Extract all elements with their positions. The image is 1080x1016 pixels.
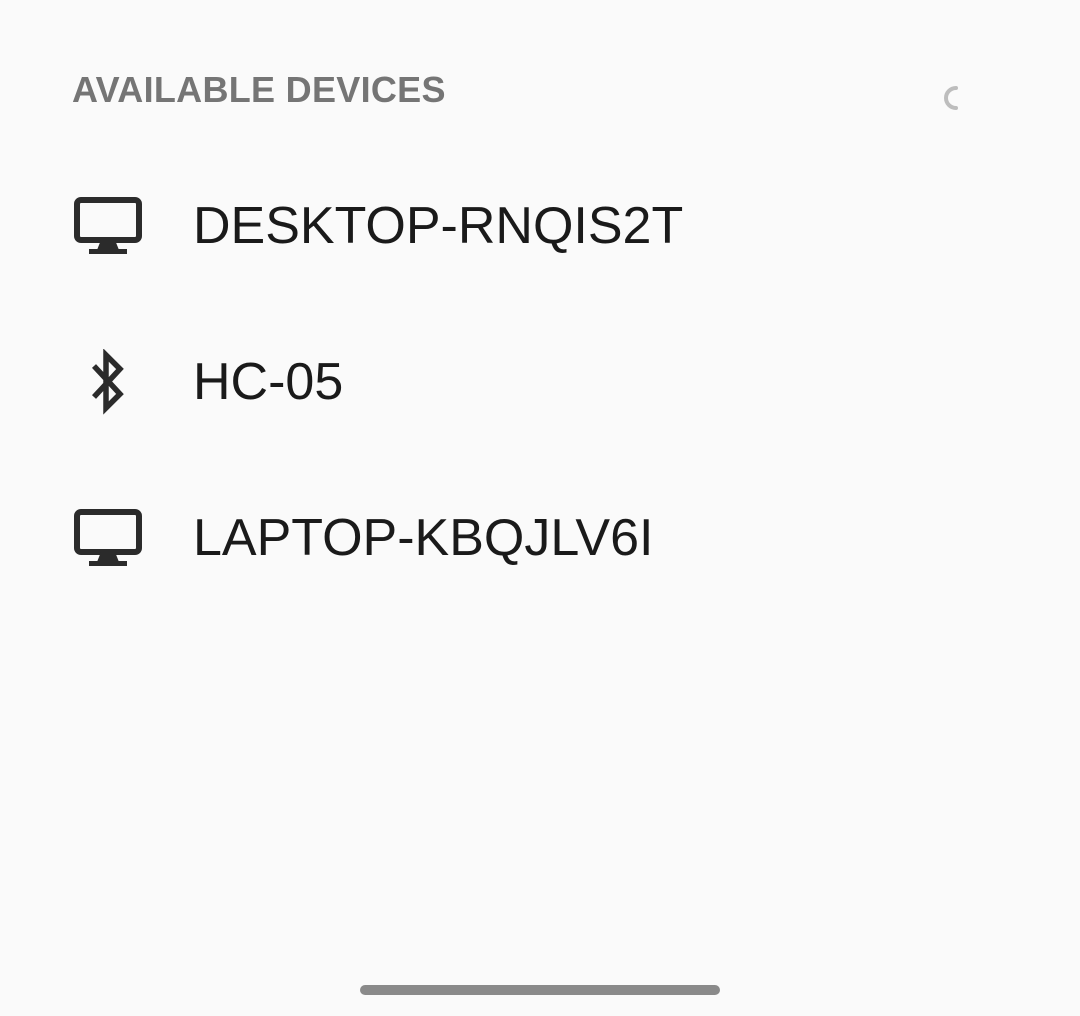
device-item[interactable]: HC-05 [0, 304, 1080, 460]
device-name: HC-05 [193, 353, 344, 411]
bluetooth-icon [72, 346, 144, 418]
device-name: DESKTOP-RNQIS2T [193, 197, 684, 255]
section-title: AVAILABLE DEVICES [72, 69, 446, 110]
computer-icon [72, 502, 144, 574]
device-list: DESKTOP-RNQIS2T HC-05 LAPTOP-KBQJLV6I [0, 148, 1080, 616]
navigation-handle[interactable] [360, 985, 720, 995]
device-item[interactable]: LAPTOP-KBQJLV6I [0, 460, 1080, 616]
available-devices-screen: AVAILABLE DEVICES DESKTOP-RNQIS2T HC-05 [0, 0, 1080, 1016]
device-item[interactable]: DESKTOP-RNQIS2T [0, 148, 1080, 304]
device-name: LAPTOP-KBQJLV6I [193, 509, 654, 567]
computer-icon [72, 190, 144, 262]
loading-spinner-icon [944, 86, 958, 110]
